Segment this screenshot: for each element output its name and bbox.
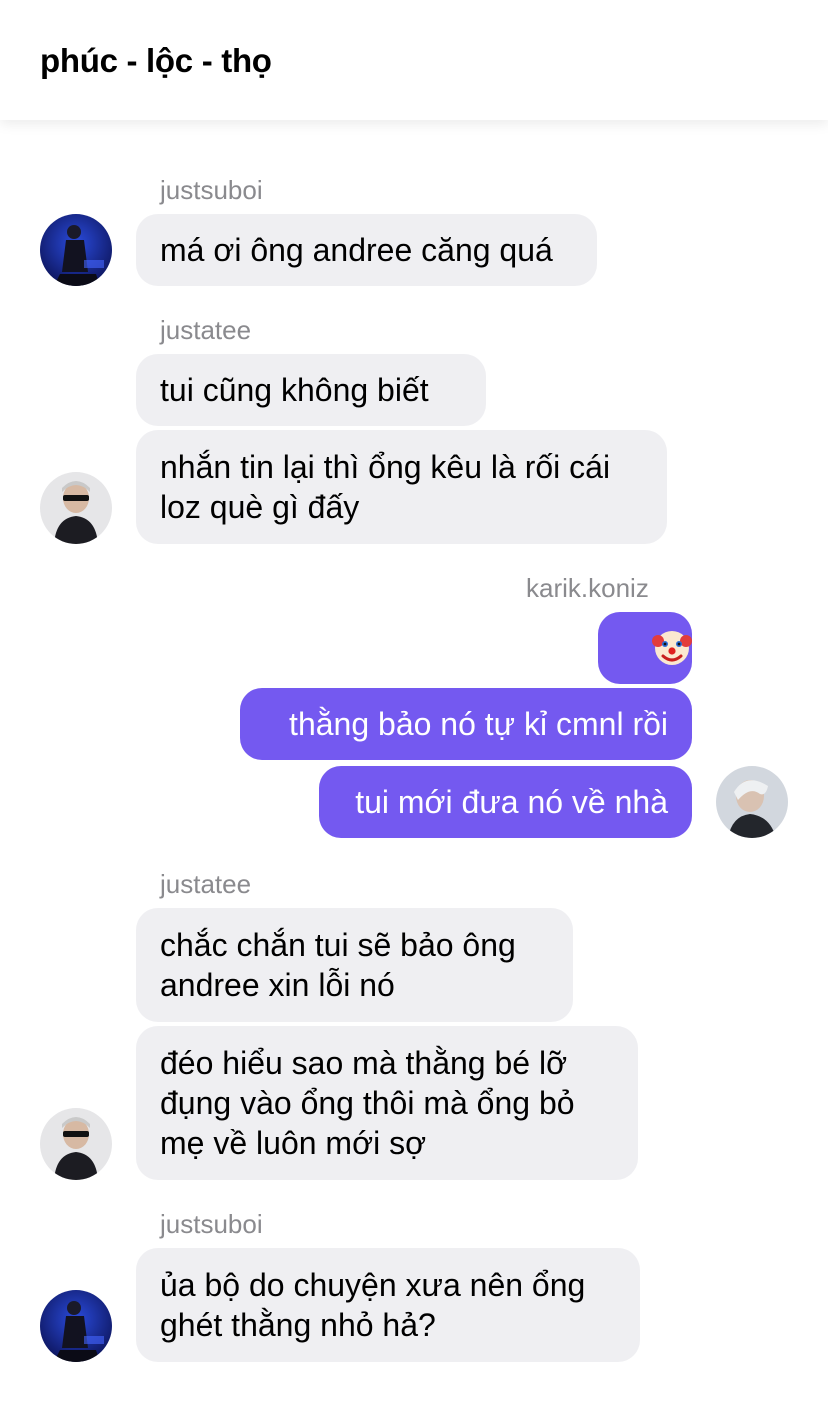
sender-name: karik.koniz [526,573,649,603]
sender-name: justsuboi [160,1209,263,1239]
sender-name: justsuboi [160,175,263,205]
message-text-line: andree xin lỗi nó [160,967,395,1003]
message-bubble[interactable]: thằng bảo nó tự kỉ cmnl rồi [240,688,692,760]
message-bubble[interactable]: đéo hiểu sao mà thằng bé lỡ đụng vào ổng… [136,1026,638,1180]
message-bubble[interactable]: nhắn tin lại thì ổng kêu là rối cái loz … [136,430,667,544]
message-bubble[interactable]: ủa bộ do chuyện xưa nên ổng ghét thằng n… [136,1248,640,1362]
avatar-justsuboi[interactable] [40,214,112,286]
message-bubble[interactable]: chắc chắn tui sẽ bảo ông andree xin lỗi … [136,908,573,1022]
avatar-justatee[interactable] [40,1108,112,1180]
message-bubble-emoji[interactable] [598,612,692,684]
sender-name: justatee [160,315,252,345]
message-text-line: nhắn tin lại thì ổng kêu là rối cái [160,449,611,485]
avatar-justsuboi[interactable] [40,1290,112,1362]
clown-face-icon [652,631,692,665]
message-text-line: đụng vào ổng thôi mà ổng bỏ [160,1085,575,1121]
message-text: tui mới đưa nó về nhà [355,784,668,820]
message-bubble[interactable]: tui cũng không biết [136,354,486,426]
message-text: tui cũng không biết [160,372,429,408]
message-text-line: ủa bộ do chuyện xưa nên ổng [160,1267,586,1303]
sender-name: justatee [160,869,252,899]
chat-title[interactable]: phúc - lộc - thọ [40,40,272,82]
message-bubble[interactable]: tui mới đưa nó về nhà [319,766,692,838]
message-text-line: mẹ về luôn mới sợ [160,1125,427,1161]
message-text-line: loz què gì đấy [160,489,360,525]
message-text: má ơi ông andree căng quá [160,232,553,268]
message-text-line: đéo hiểu sao mà thằng bé lỡ [160,1045,568,1081]
message-text-line: ghét thằng nhỏ hả? [160,1307,436,1343]
message-text: thằng bảo nó tự kỉ cmnl rồi [289,706,668,742]
message-text-line: chắc chắn tui sẽ bảo ông [160,927,516,963]
message-bubble[interactable]: má ơi ông andree căng quá [136,214,597,286]
avatar-justatee[interactable] [40,472,112,544]
avatar-karik[interactable] [716,766,788,838]
chat-header: phúc - lộc - thọ [0,0,828,120]
